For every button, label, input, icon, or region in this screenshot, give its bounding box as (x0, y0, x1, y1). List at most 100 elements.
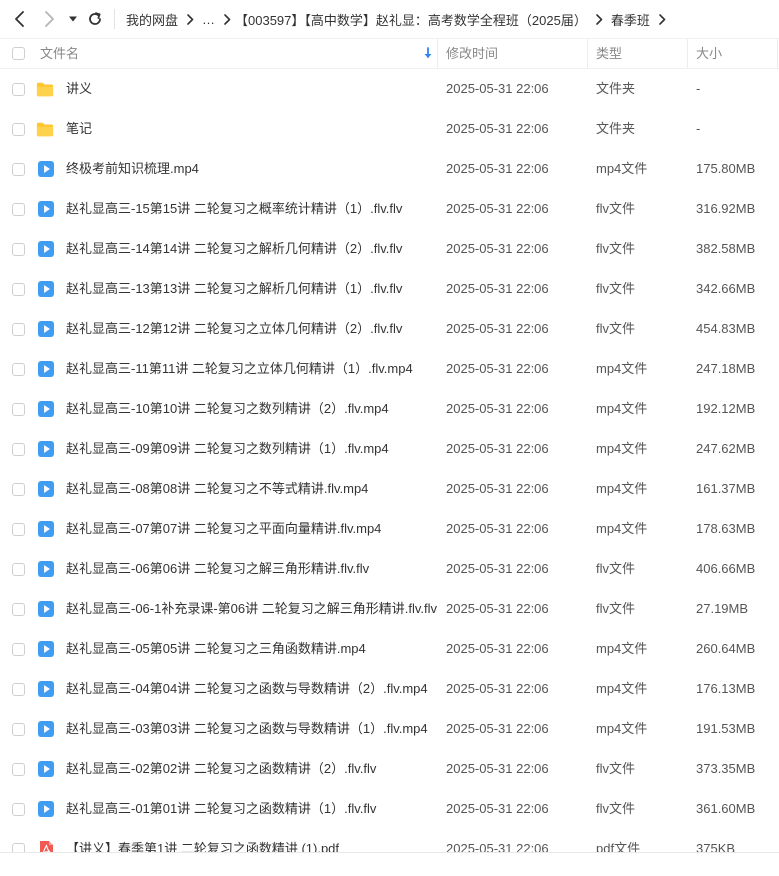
row-checkbox[interactable] (12, 443, 25, 456)
row-checkbox[interactable] (12, 723, 25, 736)
file-type: flv文件 (596, 561, 636, 576)
video-file-icon (38, 481, 54, 497)
file-name: 赵礼显高三-10第10讲 二轮复习之数列精讲（2）.flv.mp4 (66, 401, 389, 416)
file-size: 361.60MB (696, 801, 756, 816)
file-size: 375KB (696, 841, 736, 852)
file-size: 178.63MB (696, 521, 756, 536)
video-file-icon (38, 241, 54, 257)
table-row[interactable]: 赵礼显高三-05第05讲 二轮复习之三角函数精讲.mp4 2025-05-31 2… (0, 629, 779, 669)
row-checkbox[interactable] (12, 83, 25, 96)
file-modified-time: 2025-05-31 22:06 (446, 521, 549, 536)
video-file-icon (38, 361, 54, 377)
file-name: 赵礼显高三-08第08讲 二轮复习之不等式精讲.flv.mp4 (66, 481, 369, 496)
row-checkbox[interactable] (12, 563, 25, 576)
table-row[interactable]: 赵礼显高三-12第12讲 二轮复习之立体几何精讲（2）.flv.flv 2025-… (0, 309, 779, 349)
table-row[interactable]: 赵礼显高三-10第10讲 二轮复习之数列精讲（2）.flv.mp4 2025-05… (0, 389, 779, 429)
column-divider[interactable] (687, 39, 688, 68)
row-checkbox[interactable] (12, 523, 25, 536)
folder-icon (36, 82, 54, 97)
table-row[interactable]: 【讲义】春季第1讲 二轮复习之函数精讲 (1).pdf 2025-05-31 22… (0, 829, 779, 852)
file-type: mp4文件 (596, 481, 648, 496)
video-file-icon (38, 641, 54, 657)
file-type: mp4文件 (596, 361, 648, 376)
table-row[interactable]: 赵礼显高三-11第11讲 二轮复习之立体几何精讲（1）.flv.mp4 2025-… (0, 349, 779, 389)
file-name: 赵礼显高三-07第07讲 二轮复习之平面向量精讲.flv.mp4 (66, 521, 382, 536)
video-file-icon (38, 281, 54, 297)
file-name: 赵礼显高三-13第13讲 二轮复习之解析几何精讲（1）.flv.flv (66, 281, 403, 296)
file-type: mp4文件 (596, 401, 648, 416)
file-name: 【讲义】春季第1讲 二轮复习之函数精讲 (1).pdf (66, 841, 340, 852)
column-divider[interactable] (587, 39, 588, 68)
folder-icon (36, 122, 54, 137)
row-checkbox[interactable] (12, 243, 25, 256)
file-name: 赵礼显高三-04第04讲 二轮复习之函数与导数精讲（2）.flv.mp4 (66, 681, 428, 696)
back-button[interactable] (9, 9, 31, 29)
file-name: 终极考前知识梳理.mp4 (66, 161, 199, 176)
row-checkbox[interactable] (12, 283, 25, 296)
column-header-mtime[interactable]: 修改时间 (446, 39, 498, 68)
table-row[interactable]: 讲义 2025-05-31 22:06 文件夹 - (0, 69, 779, 109)
video-file-icon (38, 161, 54, 177)
file-modified-time: 2025-05-31 22:06 (446, 241, 549, 256)
file-modified-time: 2025-05-31 22:06 (446, 201, 549, 216)
row-checkbox[interactable] (12, 403, 25, 416)
select-all-checkbox[interactable] (12, 47, 25, 60)
table-row[interactable]: 赵礼显高三-07第07讲 二轮复习之平面向量精讲.flv.mp4 2025-05-… (0, 509, 779, 549)
table-row[interactable]: 终极考前知识梳理.mp4 2025-05-31 22:06 mp4文件 175.80M… (0, 149, 779, 189)
file-modified-time: 2025-05-31 22:06 (446, 801, 549, 816)
table-row[interactable]: 赵礼显高三-13第13讲 二轮复习之解析几何精讲（1）.flv.flv 2025-… (0, 269, 779, 309)
breadcrumb-course-folder[interactable]: 【003597】【高中数学】赵礼显：高考数学全程班（2025届） (235, 10, 587, 29)
table-row[interactable]: 赵礼显高三-04第04讲 二轮复习之函数与导数精讲（2）.flv.mp4 2025… (0, 669, 779, 709)
sort-down-arrow-icon[interactable] (423, 47, 433, 60)
column-header-type[interactable]: 类型 (596, 39, 622, 68)
row-checkbox[interactable] (12, 603, 25, 616)
file-size: 342.66MB (696, 281, 756, 296)
breadcrumb-separator-icon (223, 13, 231, 25)
row-checkbox[interactable] (12, 323, 25, 336)
breadcrumb-current[interactable]: 春季班 (611, 10, 650, 29)
refresh-button[interactable] (84, 9, 106, 29)
row-checkbox[interactable] (12, 683, 25, 696)
table-row[interactable]: 赵礼显高三-06第06讲 二轮复习之解三角形精讲.flv.flv 2025-05-… (0, 549, 779, 589)
table-row[interactable]: 赵礼显高三-02第02讲 二轮复习之函数精讲（2）.flv.flv 2025-05… (0, 749, 779, 789)
column-header-size[interactable]: 大小 (696, 39, 722, 68)
file-modified-time: 2025-05-31 22:06 (446, 401, 549, 416)
column-divider[interactable] (437, 39, 438, 68)
file-size: 260.64MB (696, 641, 756, 656)
breadcrumb-root[interactable]: 我的网盘 (126, 10, 178, 29)
table-row[interactable]: 笔记 2025-05-31 22:06 文件夹 - (0, 109, 779, 149)
breadcrumb-ellipsis[interactable]: … (202, 12, 215, 27)
file-modified-time: 2025-05-31 22:06 (446, 81, 549, 96)
row-checkbox[interactable] (12, 363, 25, 376)
row-checkbox[interactable] (12, 483, 25, 496)
table-row[interactable]: 赵礼显高三-15第15讲 二轮复习之概率统计精讲（1）.flv.flv 2025-… (0, 189, 779, 229)
column-divider[interactable] (777, 39, 778, 68)
file-modified-time: 2025-05-31 22:06 (446, 161, 549, 176)
file-modified-time: 2025-05-31 22:06 (446, 481, 549, 496)
table-row[interactable]: 赵礼显高三-06-1补充录课-第06讲 二轮复习之解三角形精讲.flv.flv 2… (0, 589, 779, 629)
file-type: flv文件 (596, 201, 636, 216)
video-file-icon (38, 681, 54, 697)
row-checkbox[interactable] (12, 203, 25, 216)
row-checkbox[interactable] (12, 843, 25, 852)
row-checkbox[interactable] (12, 643, 25, 656)
history-dropdown-button[interactable] (63, 9, 83, 29)
row-checkbox[interactable] (12, 123, 25, 136)
file-size: 247.18MB (696, 361, 756, 376)
caret-down-icon (69, 16, 77, 22)
row-checkbox[interactable] (12, 803, 25, 816)
file-modified-time: 2025-05-31 22:06 (446, 721, 549, 736)
table-row[interactable]: 赵礼显高三-01第01讲 二轮复习之函数精讲（1）.flv.flv 2025-05… (0, 789, 779, 829)
video-file-icon (38, 321, 54, 337)
file-modified-time: 2025-05-31 22:06 (446, 761, 549, 776)
row-checkbox[interactable] (12, 163, 25, 176)
column-header-name[interactable]: 文件名 (40, 39, 79, 68)
file-type: 文件夹 (596, 121, 636, 136)
table-row[interactable]: 赵礼显高三-09第09讲 二轮复习之数列精讲（1）.flv.mp4 2025-05… (0, 429, 779, 469)
forward-button[interactable] (38, 9, 60, 29)
table-row[interactable]: 赵礼显高三-03第03讲 二轮复习之函数与导数精讲（1）.flv.mp4 2025… (0, 709, 779, 749)
row-checkbox[interactable] (12, 763, 25, 776)
table-row[interactable]: 赵礼显高三-14第14讲 二轮复习之解析几何精讲（2）.flv.flv 2025-… (0, 229, 779, 269)
table-row[interactable]: 赵礼显高三-08第08讲 二轮复习之不等式精讲.flv.mp4 2025-05-3… (0, 469, 779, 509)
file-name: 笔记 (66, 121, 93, 136)
